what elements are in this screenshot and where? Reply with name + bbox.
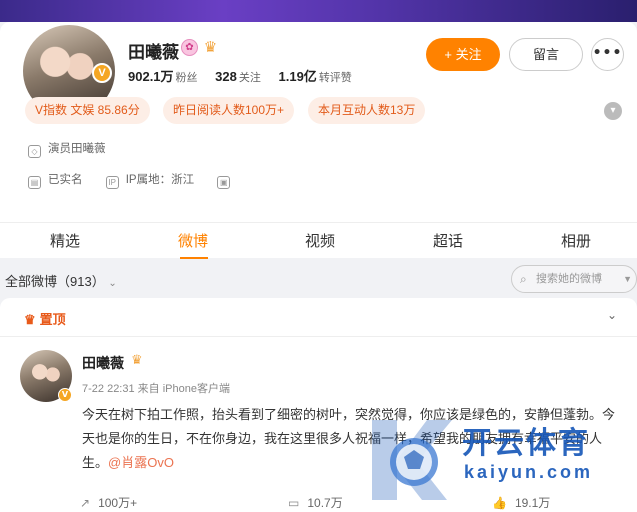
post-body: 今天在树下拍工作照，抬头看到了细密的树叶，突然觉得，你应该是绿色的，安静但蓬勃。… xyxy=(82,403,622,475)
post-author[interactable]: 田曦薇 xyxy=(82,353,124,373)
more-info-icon[interactable]: ▣ xyxy=(217,176,231,189)
bio-text: 演员田曦薇 xyxy=(48,143,106,155)
verified-badge-icon: V xyxy=(58,388,72,402)
search-icon: ⌕ xyxy=(520,272,527,286)
cover-banner xyxy=(0,0,637,22)
following-label: 关注 xyxy=(238,72,261,84)
chevron-down-icon: ⌄ xyxy=(108,278,117,289)
like-count: 19.1万 xyxy=(514,496,551,510)
likes-label: 转评赞 xyxy=(318,72,352,84)
tab-album[interactable]: 相册 xyxy=(561,230,591,251)
ip-location-text: IP属地：浙江 xyxy=(125,174,195,186)
interactions-pill[interactable]: 本月互动人数13万 xyxy=(308,97,426,124)
pinned-post: ♛ 置顶 ⌄ V 田曦薇 ♛ 7-22 22:31 来自 iPhone客户端 今天… xyxy=(0,298,637,512)
crown-icon[interactable]: ♛ xyxy=(201,38,220,57)
search-input[interactable]: ⌕ 搜索她的微博 ▼ xyxy=(511,265,637,293)
chevron-down-icon[interactable]: ⌄ xyxy=(607,308,617,322)
tab-supertopic[interactable]: 超话 xyxy=(433,230,463,251)
profile-stats: 902.1万 粉丝 328 关注 1.19亿 转评赞 xyxy=(128,66,366,85)
mention-link[interactable]: @肖露OvO xyxy=(108,455,174,470)
thumbs-up-icon: 👍 xyxy=(492,496,507,510)
profile-name: 田曦薇 xyxy=(128,43,179,62)
feed-filter-label: 全部微博（913） xyxy=(5,274,105,289)
ip-location-icon: IP xyxy=(105,176,119,189)
tab-video[interactable]: 视频 xyxy=(305,230,335,251)
following-count[interactable]: 328 xyxy=(215,69,237,84)
comment-count: 10.7万 xyxy=(307,496,343,510)
search-placeholder: 搜索她的微博 xyxy=(536,273,602,285)
profile-tabs: 精选 微博 视频 超话 相册 xyxy=(0,222,637,259)
profile-page: V 田曦薇 ✿ ♛ 902.1万 粉丝 328 关注 1.19亿 转评赞 + 关注 留… xyxy=(0,0,637,512)
like-button[interactable]: 👍 19.1万 xyxy=(492,494,550,511)
bio-line: ◇ 演员田曦薇 xyxy=(28,140,106,158)
repost-button[interactable]: ↗ 100万+ xyxy=(80,494,137,511)
feed-filter-bar: 全部微博（913） ⌄ ⌕ 搜索她的微博 ▼ xyxy=(0,262,637,296)
divider xyxy=(0,336,637,337)
post-meta[interactable]: 7-22 22:31 来自 iPhone客户端 xyxy=(82,380,230,396)
pinned-label: ♛ 置顶 xyxy=(24,309,66,328)
crown-icon: ♛ xyxy=(24,312,36,327)
meta-line: ▤ 已实名 IP IP属地：浙江 ▣ xyxy=(28,171,237,189)
feed-filter-dropdown[interactable]: 全部微博（913） ⌄ xyxy=(5,271,117,290)
repost-icon: ↗ xyxy=(80,496,91,510)
follow-button[interactable]: + 关注 xyxy=(426,38,500,71)
reads-pill[interactable]: 昨日阅读人数100万+ xyxy=(163,97,295,124)
active-tab-indicator xyxy=(180,257,208,259)
member-badge-icon[interactable]: ✿ xyxy=(181,39,198,56)
comment-icon: ▭ xyxy=(288,496,300,510)
profile-header: V 田曦薇 ✿ ♛ 902.1万 粉丝 328 关注 1.19亿 转评赞 + 关注 留… xyxy=(0,22,637,222)
repost-count: 100万+ xyxy=(98,496,138,510)
pinned-text: 置顶 xyxy=(39,312,66,327)
message-button[interactable]: 留言 xyxy=(509,38,583,71)
chevron-down-icon[interactable]: ▾ xyxy=(604,102,622,120)
followers-count[interactable]: 902.1万 xyxy=(128,69,174,84)
verified-badge-icon: V xyxy=(92,63,112,83)
search-dropdown-icon[interactable]: ▼ xyxy=(623,266,632,292)
v-index-pill[interactable]: V指数 文娱 85.86分 xyxy=(25,97,150,124)
followers-label: 粉丝 xyxy=(175,72,198,84)
more-dots-icon[interactable]: ••• xyxy=(591,38,624,71)
realname-text: 已实名 xyxy=(48,174,83,186)
tab-weibo[interactable]: 微博 xyxy=(178,230,208,251)
likes-count: 1.19亿 xyxy=(278,69,317,84)
comment-button[interactable]: ▭ 10.7万 xyxy=(288,494,343,511)
tab-featured[interactable]: 精选 xyxy=(50,230,80,251)
crown-icon: ♛ xyxy=(131,353,143,368)
post-actions: ↗ 100万+ ▭ 10.7万 👍 19.1万 xyxy=(0,492,637,512)
tag-icon: ◇ xyxy=(28,145,41,158)
realname-icon: ▤ xyxy=(28,176,41,189)
